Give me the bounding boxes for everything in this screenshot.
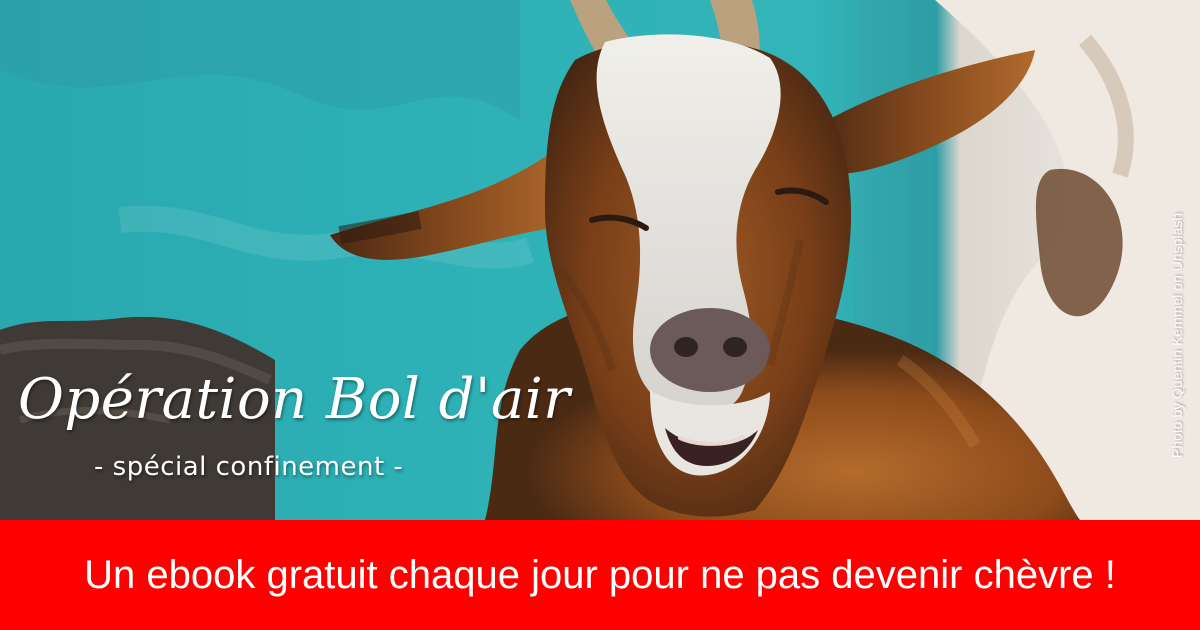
promotional-banner: Opération Bol d'air - spécial confinemen… [0, 0, 1200, 630]
goat-photo [0, 0, 1200, 520]
campaign-subtitle: - spécial confinement - [94, 452, 404, 482]
footer-message: Un ebook gratuit chaque jour pour ne pas… [84, 553, 1116, 597]
campaign-title: Opération Bol d'air [18, 367, 571, 432]
goat-illustration [0, 0, 1200, 520]
photo-credit: Photo by Quentin Kemmel on Unsplash [1169, 212, 1185, 458]
footer-banner: Un ebook gratuit chaque jour pour ne pas… [0, 520, 1200, 630]
